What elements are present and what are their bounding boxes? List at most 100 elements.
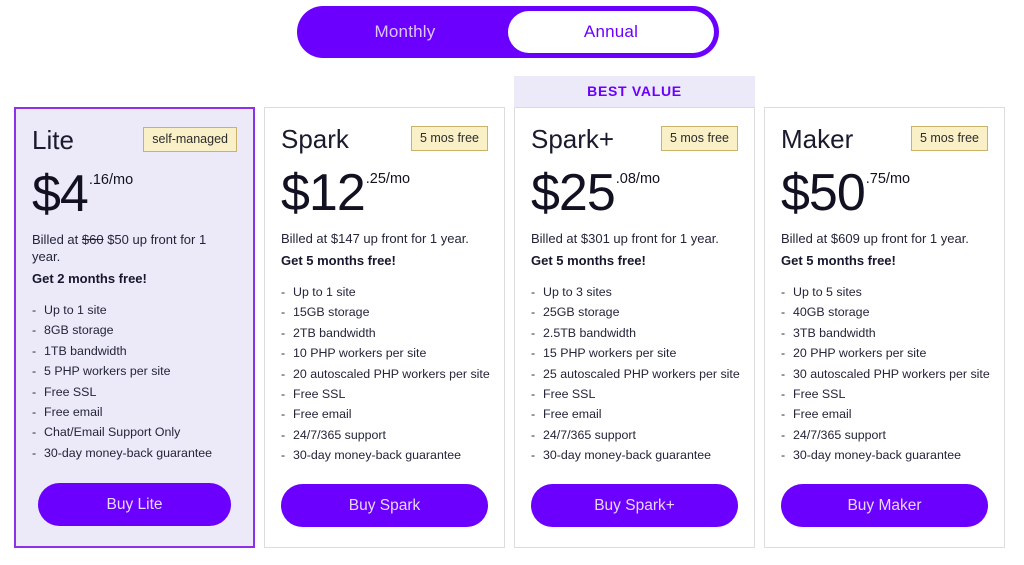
billing-period-toggle[interactable]: Monthly Annual [297, 6, 719, 58]
buy-button-maker[interactable]: Buy Maker [781, 484, 988, 527]
price-cents-per-month: .75/mo [865, 171, 911, 187]
list-item: 15GB storage [281, 302, 488, 323]
billing-note-rest: $609 up front for 1 year. [830, 231, 969, 246]
billing-note-prefix: Billed at [781, 231, 831, 246]
list-item: 3TB bandwidth [781, 323, 988, 344]
list-item: Up to 5 sites [781, 282, 988, 303]
pricing-cards-row: Lite self-managed $4 .16/mo Billed at $6… [0, 76, 1024, 556]
price-amount: $4 [32, 165, 89, 223]
feature-list: Up to 3 sites 25GB storage 2.5TB bandwid… [531, 282, 740, 466]
list-item: Free email [281, 404, 488, 425]
card-body-spark-plus: Spark+ 5 mos free $25 .08/mo Billed at $… [514, 107, 755, 548]
list-item: 2TB bandwidth [281, 323, 488, 344]
list-item: Up to 1 site [281, 282, 488, 303]
list-item: 24/7/365 support [281, 425, 488, 446]
billing-note: Billed at $609 up front for 1 year. [781, 230, 988, 247]
toggle-option-annual[interactable]: Annual [508, 11, 714, 53]
list-item: 24/7/365 support [781, 425, 988, 446]
plan-name: Spark [281, 124, 349, 154]
feature-list: Up to 1 site 15GB storage 2TB bandwidth … [281, 282, 490, 466]
price-amount: $25 [531, 164, 616, 222]
list-item: 30-day money-back guarantee [781, 445, 988, 466]
list-item: Free SSL [781, 384, 988, 405]
card-body-lite: Lite self-managed $4 .16/mo Billed at $6… [14, 107, 255, 548]
buy-button-spark-plus[interactable]: Buy Spark+ [531, 484, 738, 527]
list-item: Free email [32, 402, 237, 423]
buy-button-lite[interactable]: Buy Lite [38, 483, 231, 526]
free-months-note: Get 5 months free! [781, 253, 896, 268]
billing-note: Billed at $301 up front for 1 year. [531, 230, 738, 247]
card-body-maker: Maker 5 mos free $50 .75/mo Billed at $6… [764, 107, 1005, 548]
list-item: 30-day money-back guarantee [281, 445, 488, 466]
billing-note-rest: $147 up front for 1 year. [330, 231, 469, 246]
card-header: Spark 5 mos free [281, 124, 488, 160]
feature-list: Up to 5 sites 40GB storage 3TB bandwidth… [781, 282, 990, 466]
list-item: 30 autoscaled PHP workers per site [781, 364, 990, 385]
list-item: 20 autoscaled PHP workers per site [281, 364, 490, 385]
list-item: 15 PHP workers per site [531, 343, 738, 364]
billing-note-prefix: Billed at [531, 231, 581, 246]
price-cents-per-month: .25/mo [365, 171, 411, 187]
price-row: $4 .16/mo [32, 167, 237, 221]
list-item: Free SSL [32, 382, 237, 403]
list-item: Free email [781, 404, 988, 425]
price-row: $50 .75/mo [781, 166, 988, 220]
pricing-card-maker: Maker 5 mos free $50 .75/mo Billed at $6… [764, 76, 1005, 548]
price-cents-per-month: .16/mo [88, 172, 134, 188]
free-months-note: Get 5 months free! [531, 253, 646, 268]
price-amount: $12 [281, 164, 366, 222]
plan-badge: 5 mos free [660, 126, 738, 151]
pricing-card-lite: Lite self-managed $4 .16/mo Billed at $6… [14, 76, 255, 548]
list-item: 24/7/365 support [531, 425, 738, 446]
billing-note-prefix: Billed at [32, 232, 82, 247]
best-value-banner-placeholder [764, 76, 1005, 107]
price-row: $12 .25/mo [281, 166, 488, 220]
list-item: 25GB storage [531, 302, 738, 323]
billing-old-price: $60 [81, 232, 104, 247]
list-item: 30-day money-back guarantee [32, 443, 237, 464]
free-months-note: Get 5 months free! [281, 253, 396, 268]
list-item: 2.5TB bandwidth [531, 323, 738, 344]
card-header: Lite self-managed [32, 125, 237, 161]
plan-name: Maker [781, 124, 854, 154]
card-header: Maker 5 mos free [781, 124, 988, 160]
feature-list: Up to 1 site 8GB storage 1TB bandwidth 5… [32, 300, 237, 464]
list-item: 20 PHP workers per site [781, 343, 988, 364]
billing-note-prefix: Billed at [281, 231, 331, 246]
list-item: Chat/Email Support Only [32, 422, 237, 443]
list-item: 30-day money-back guarantee [531, 445, 738, 466]
best-value-banner: BEST VALUE [514, 76, 755, 107]
price-amount: $50 [781, 164, 866, 222]
plan-name: Lite [32, 125, 74, 155]
price-row: $25 .08/mo [531, 166, 738, 220]
list-item: Free SSL [281, 384, 488, 405]
list-item: 1TB bandwidth [32, 341, 237, 362]
price-cents-per-month: .08/mo [615, 171, 661, 187]
billing-note: Billed at $60 $50 up front for 1 year. [32, 231, 237, 265]
list-item: 40GB storage [781, 302, 988, 323]
list-item: Free email [531, 404, 738, 425]
free-months-note: Get 2 months free! [32, 271, 147, 286]
list-item: Up to 3 sites [531, 282, 738, 303]
toggle-option-monthly[interactable]: Monthly [302, 11, 508, 53]
card-body-spark: Spark 5 mos free $12 .25/mo Billed at $1… [264, 107, 505, 548]
list-item: 5 PHP workers per site [32, 361, 237, 382]
list-item: Up to 1 site [32, 300, 237, 321]
list-item: 8GB storage [32, 320, 237, 341]
plan-badge: 5 mos free [410, 126, 488, 151]
list-item: Free SSL [531, 384, 738, 405]
best-value-banner-placeholder [14, 76, 255, 107]
card-header: Spark+ 5 mos free [531, 124, 738, 160]
billing-note: Billed at $147 up front for 1 year. [281, 230, 488, 247]
toggle-track: Monthly Annual [297, 6, 719, 58]
plan-badge: self-managed [143, 127, 237, 152]
billing-note-rest: $301 up front for 1 year. [580, 231, 719, 246]
pricing-card-spark-plus: BEST VALUE Spark+ 5 mos free $25 .08/mo … [514, 76, 755, 548]
best-value-banner-placeholder [264, 76, 505, 107]
plan-badge: 5 mos free [910, 126, 988, 151]
buy-button-spark[interactable]: Buy Spark [281, 484, 488, 527]
list-item: 25 autoscaled PHP workers per site [531, 364, 740, 385]
pricing-card-spark: Spark 5 mos free $12 .25/mo Billed at $1… [264, 76, 505, 548]
plan-name: Spark+ [531, 124, 615, 154]
list-item: 10 PHP workers per site [281, 343, 488, 364]
